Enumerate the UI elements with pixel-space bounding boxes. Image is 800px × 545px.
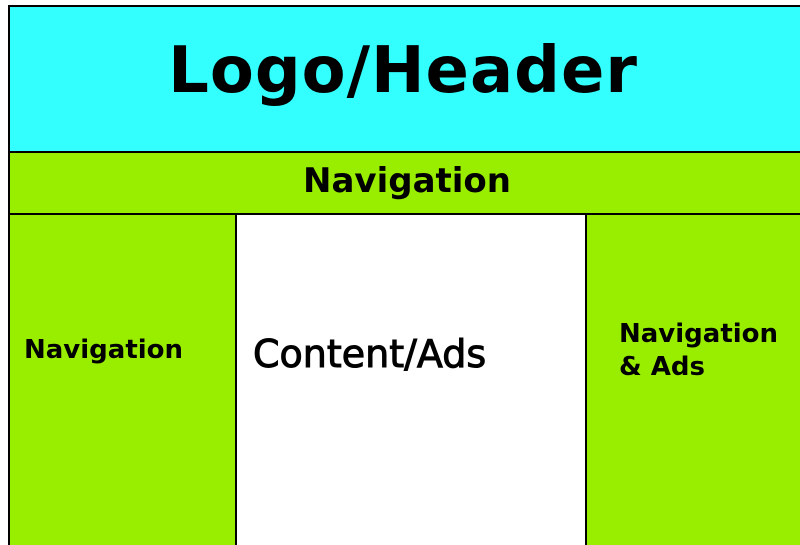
top-navigation-region: Navigation bbox=[10, 153, 800, 215]
top-navigation-label: Navigation bbox=[303, 161, 511, 201]
right-navigation-label-line2: & Ads bbox=[619, 352, 705, 382]
header-region: Logo/Header bbox=[10, 7, 800, 153]
right-navigation-label-line1: Navigation bbox=[619, 319, 779, 349]
right-navigation-region: Navigation & Ads bbox=[587, 215, 800, 545]
main-row: Navigation Content/Ads Navigation & Ads bbox=[10, 215, 800, 545]
left-navigation-region: Navigation bbox=[10, 215, 237, 545]
layout-wireframe: Logo/Header Navigation Navigation Conten… bbox=[8, 5, 800, 545]
right-navigation-label: Navigation & Ads bbox=[619, 318, 778, 384]
header-label: Logo/Header bbox=[168, 34, 638, 108]
content-region: Content/Ads bbox=[237, 215, 587, 545]
left-navigation-label: Navigation bbox=[24, 335, 184, 365]
content-label: Content/Ads bbox=[252, 332, 487, 377]
